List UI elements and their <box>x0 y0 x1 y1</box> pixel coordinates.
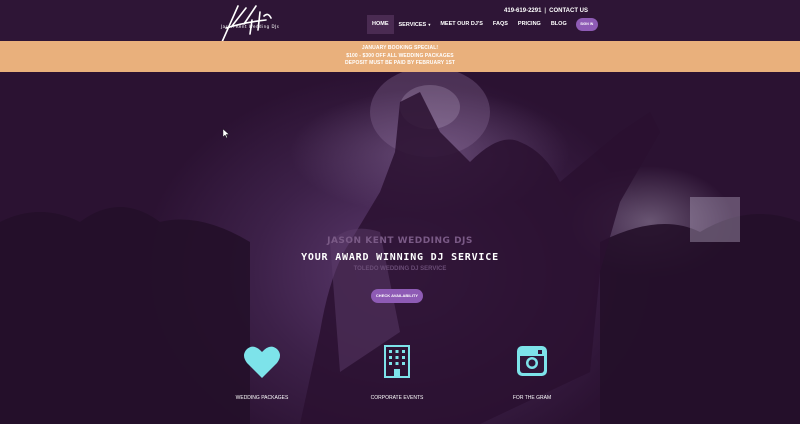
promo-line-2: $100 - $300 OFF ALL WEDDING PACKAGES <box>346 52 454 59</box>
hero-title-brand: JASON KENT WEDDING DJS <box>327 236 473 246</box>
contact-bar: 419-619-2291 | CONTACT US <box>504 8 588 14</box>
nav-faqs[interactable]: FAQS <box>488 15 513 34</box>
logo-subtitle: Jason Kent Wedding DJs <box>221 24 280 29</box>
main-nav: HOME SERVICES ▾ MEET OUR DJ'S FAQS PRICI… <box>367 15 598 34</box>
phone-link[interactable]: 419-619-2291 <box>504 8 541 14</box>
feature-label-for-the-gram[interactable]: FOR THE GRAM <box>482 395 582 401</box>
instagram-icon <box>517 346 547 376</box>
feature-corporate-events[interactable] <box>384 345 410 378</box>
nav-pricing[interactable]: PRICING <box>513 15 546 34</box>
feature-label-wedding-packages[interactable]: WEDDING PACKAGES <box>212 395 312 401</box>
building-icon <box>384 345 410 378</box>
sign-in-button[interactable]: SIGN IN <box>575 18 598 31</box>
site-header: Jason Kent Wedding DJs 419-619-2291 | CONT… <box>0 0 800 43</box>
promo-line-1: JANUARY BOOKING SPECIAL! <box>361 45 439 51</box>
nav-blog[interactable]: BLOG <box>546 15 572 34</box>
contact-us-link[interactable]: CONTACT US <box>549 8 588 14</box>
nav-home[interactable]: HOME <box>367 15 394 34</box>
chevron-down-icon: ▾ <box>427 22 431 27</box>
nav-services-label: SERVICES <box>398 22 427 28</box>
mouse-cursor-icon <box>223 129 229 138</box>
feature-label-corporate-events[interactable]: CORPORATE EVENTS <box>347 395 447 401</box>
promo-banner: JANUARY BOOKING SPECIAL! $100 - $300 OFF… <box>0 41 800 72</box>
contact-separator: | <box>544 8 547 14</box>
hero-title-sub: TOLEDO WEDDING DJ SERVICE <box>353 266 447 272</box>
heart-icon <box>244 346 280 378</box>
hero-title-main: YOUR AWARD WINNING DJ SERVICE <box>301 252 499 263</box>
feature-wedding-packages[interactable] <box>243 345 281 379</box>
feature-for-the-gram[interactable] <box>517 346 547 376</box>
promo-line-3: DEPOSIT MUST BE PAID BY FEBRUARY 1ST <box>344 60 456 66</box>
check-availability-button[interactable]: CHECK AVAILABILITY <box>371 289 423 303</box>
nav-services[interactable]: SERVICES ▾ <box>394 15 436 34</box>
nav-meet-our-djs[interactable]: MEET OUR DJ'S <box>435 15 488 34</box>
